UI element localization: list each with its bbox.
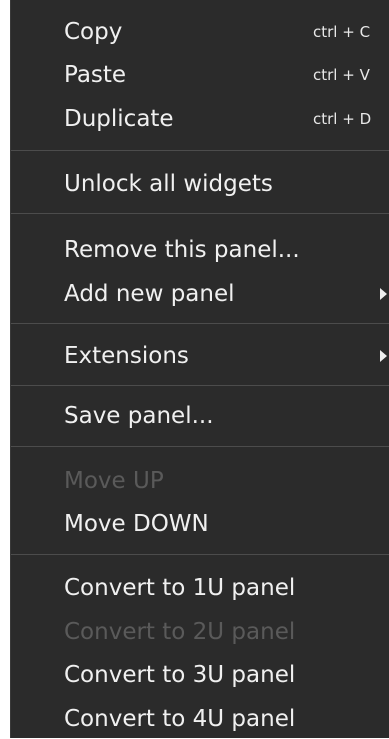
menu-separator <box>11 323 389 324</box>
menu-item-convert-2u: Convert to 2U panel <box>11 612 389 652</box>
menu-item-label: Convert to 3U panel <box>64 662 296 688</box>
menu-separator <box>11 385 389 386</box>
menu-item-label: Move UP <box>64 468 164 494</box>
menu-item-copy[interactable]: Copy ctrl + C <box>11 12 389 52</box>
menu-item-move-up: Move UP <box>11 461 389 501</box>
menu-item-label: Convert to 2U panel <box>64 619 296 645</box>
menu-item-add-new-panel[interactable]: Add new panel <box>11 274 389 314</box>
menu-item-label: Unlock all widgets <box>64 171 273 197</box>
menu-item-label: Copy <box>64 19 123 45</box>
shortcut-label: ctrl + V <box>313 66 370 84</box>
menu-separator <box>11 446 389 447</box>
menu-item-remove-panel[interactable]: Remove this panel... <box>11 230 389 270</box>
menu-item-label: Duplicate <box>64 106 174 132</box>
menu-item-label: Move DOWN <box>64 511 209 537</box>
menu-item-label: Convert to 4U panel <box>64 706 296 732</box>
menu-item-label: Save panel... <box>64 403 214 429</box>
menu-separator <box>11 150 389 151</box>
menu-item-convert-1u[interactable]: Convert to 1U panel <box>11 568 389 608</box>
menu-item-save-panel[interactable]: Save panel... <box>11 396 389 436</box>
menu-item-label: Add new panel <box>64 281 235 307</box>
menu-item-label: Remove this panel... <box>64 237 300 263</box>
menu-item-convert-4u[interactable]: Convert to 4U panel <box>11 699 389 739</box>
menu-item-label: Convert to 1U panel <box>64 575 296 601</box>
shortcut-label: ctrl + D <box>313 110 372 128</box>
context-menu: Copy ctrl + C Paste ctrl + V Duplicate c… <box>10 0 389 738</box>
menu-item-duplicate[interactable]: Duplicate ctrl + D <box>11 99 389 139</box>
menu-item-label: Paste <box>64 62 127 88</box>
menu-item-convert-3u[interactable]: Convert to 3U panel <box>11 655 389 695</box>
submenu-arrow-icon <box>380 288 387 300</box>
menu-separator <box>11 213 389 214</box>
menu-item-paste[interactable]: Paste ctrl + V <box>11 55 389 95</box>
submenu-arrow-icon <box>380 350 387 362</box>
menu-item-extensions[interactable]: Extensions <box>11 336 389 376</box>
menu-item-label: Extensions <box>64 343 189 369</box>
menu-item-move-down[interactable]: Move DOWN <box>11 504 389 544</box>
shortcut-label: ctrl + C <box>313 23 371 41</box>
menu-separator <box>11 554 389 555</box>
menu-item-unlock-all-widgets[interactable]: Unlock all widgets <box>11 164 389 204</box>
